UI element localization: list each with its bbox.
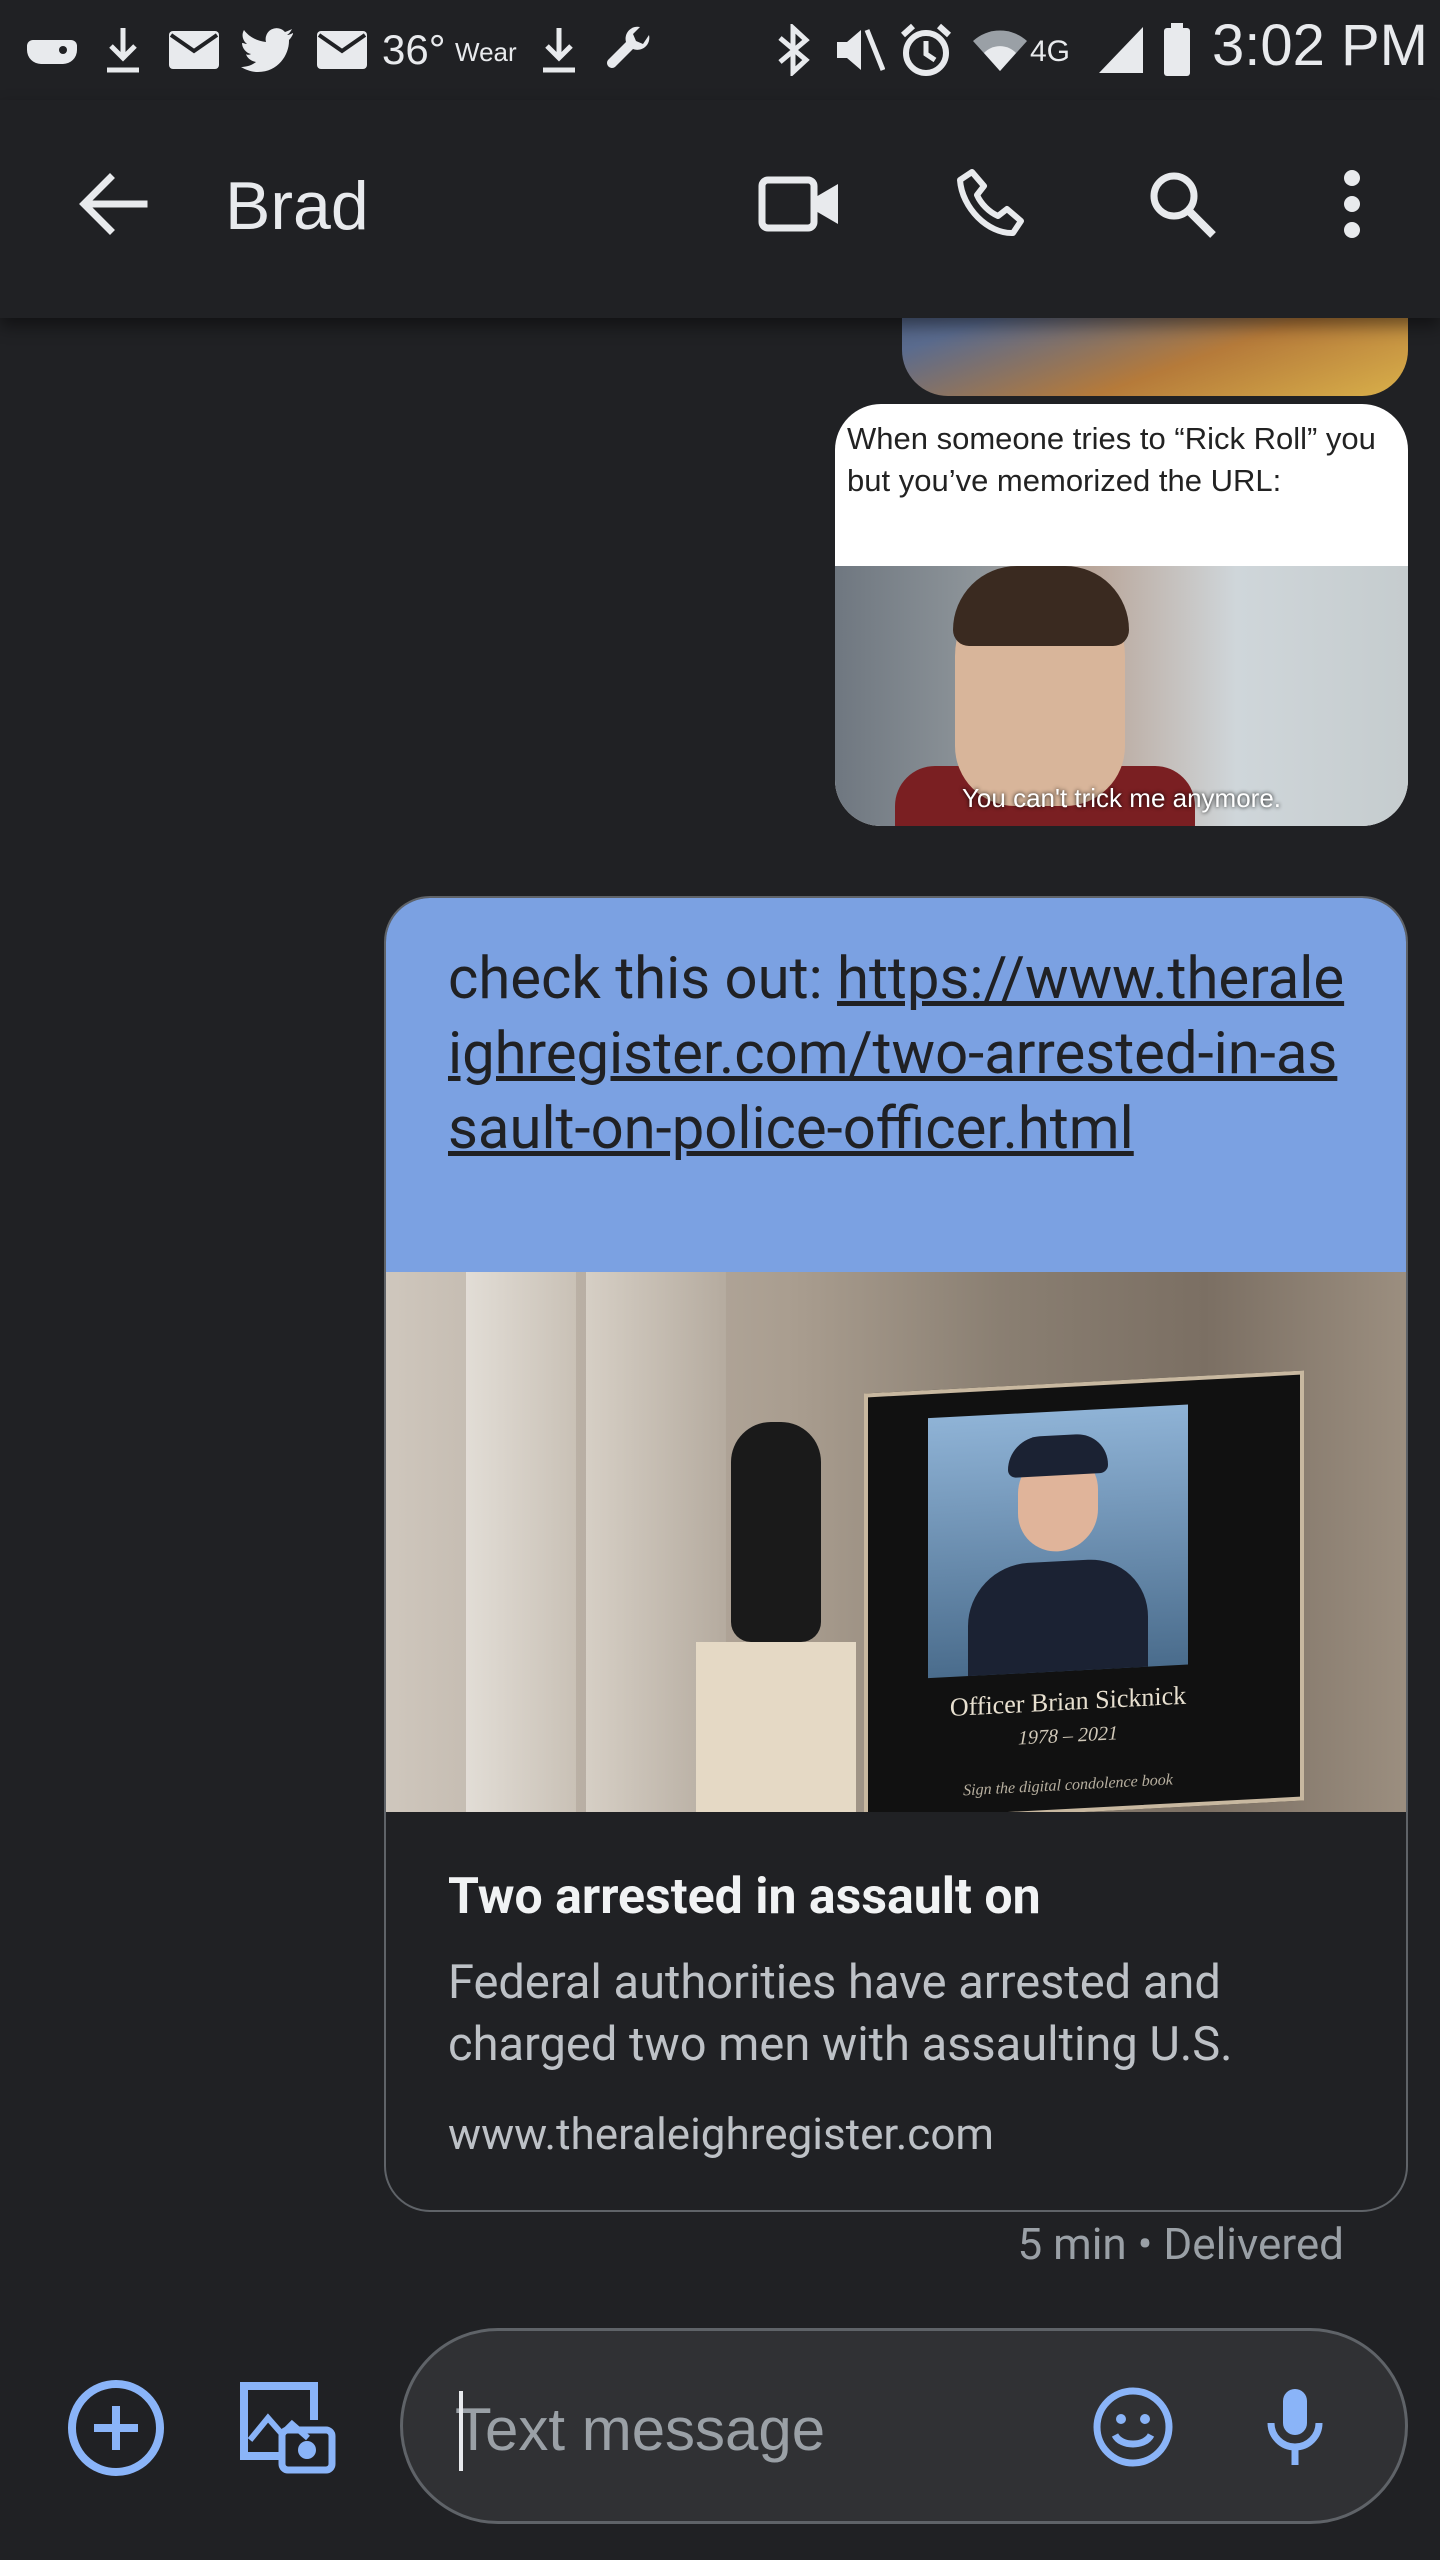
download-icon [534,22,584,78]
previous-image-message[interactable] [902,318,1408,396]
wear-label: Wear [455,37,517,67]
meme-subtitle: You can't trick me anymore. [961,783,1282,813]
link-message-bubble[interactable]: check this out: https://www.theraleighre… [384,896,1408,2212]
meme-image-message[interactable]: When someone tries to “Rick Roll” you bu… [835,404,1408,826]
message-text: check this out: https://www.theraleighre… [386,898,1406,1272]
mail-icon [314,22,370,78]
compose-bar [0,2318,1440,2560]
officer-body [968,1556,1148,1677]
message-input-container[interactable] [400,2328,1408,2524]
video-call-icon [758,174,842,238]
message-prefix: check this out: [448,945,838,1013]
conversation-area[interactable]: When someone tries to “Rick Roll” you bu… [0,318,1440,2318]
voice-input-button[interactable] [1235,2369,1355,2489]
emoji-button[interactable] [1073,2369,1193,2489]
officer-portrait [928,1404,1188,1679]
mail-icon [166,22,222,78]
mic-icon [1263,2385,1327,2473]
add-attachment-button[interactable] [56,2370,176,2490]
game-controller-icon [24,22,80,78]
search-icon [1146,168,1218,244]
download-icon [98,22,148,78]
memorial-frame: Officer Brian Sicknick 1978 – 2021 Sign … [864,1370,1304,1812]
meme-figure-hair [953,566,1129,646]
twitter-icon [240,22,296,78]
contact-name[interactable]: Brad [225,156,369,256]
message-status: 5 min • Delivered [1017,2218,1344,2270]
phone-button[interactable] [932,146,1052,266]
status-bar: 36° Wear 4G 3:02 PM [0,0,1440,100]
urn [731,1422,821,1642]
text-cursor [459,2391,463,2471]
gallery-camera-icon [236,2378,336,2482]
meme-caption: When someone tries to “Rick Roll” you bu… [847,421,1376,498]
wrench-icon [600,22,656,78]
search-button[interactable] [1122,146,1242,266]
gallery-button[interactable] [226,2370,346,2490]
link-preview-image[interactable]: Officer Brian Sicknick 1978 – 2021 Sign … [386,1272,1406,1812]
more-options-button[interactable] [1292,146,1412,266]
clock: 3:02 PM [1212,13,1428,78]
video-call-button[interactable] [740,146,860,266]
meme-photo: You can't trick me anymore. [835,566,1408,826]
app-bar: Brad [0,100,1440,318]
signal-icon [1096,22,1146,78]
back-arrow-icon [76,172,148,240]
back-button[interactable] [52,146,172,266]
battery-icon [1160,22,1194,78]
add-circle-icon [66,2378,166,2482]
officer-cap [1008,1432,1108,1478]
more-vert-icon [1342,170,1362,242]
emoji-icon [1091,2385,1175,2473]
link-preview-description: Federal authorities have arrested and ch… [448,1955,1233,2072]
alarm-icon [898,22,954,78]
pedestal [696,1642,856,1812]
wifi-icon [970,22,1030,78]
link-preview-body[interactable]: Two arrested in assault on Federal autho… [386,1812,1406,2210]
wall-column [466,1272,576,1812]
message-input[interactable] [455,2379,1095,2479]
phone-icon [956,168,1028,244]
memorial-footer: Sign the digital condolence book [963,1771,1173,1800]
link-preview-domain: www.theraleighregister.com [448,2108,995,2160]
network-label: 4G [1030,35,1071,68]
temperature: 36° [382,26,446,73]
bluetooth-icon [768,22,818,78]
vibrate-mute-icon [830,22,886,78]
link-preview-title: Two arrested in assault on [448,1868,1041,1926]
